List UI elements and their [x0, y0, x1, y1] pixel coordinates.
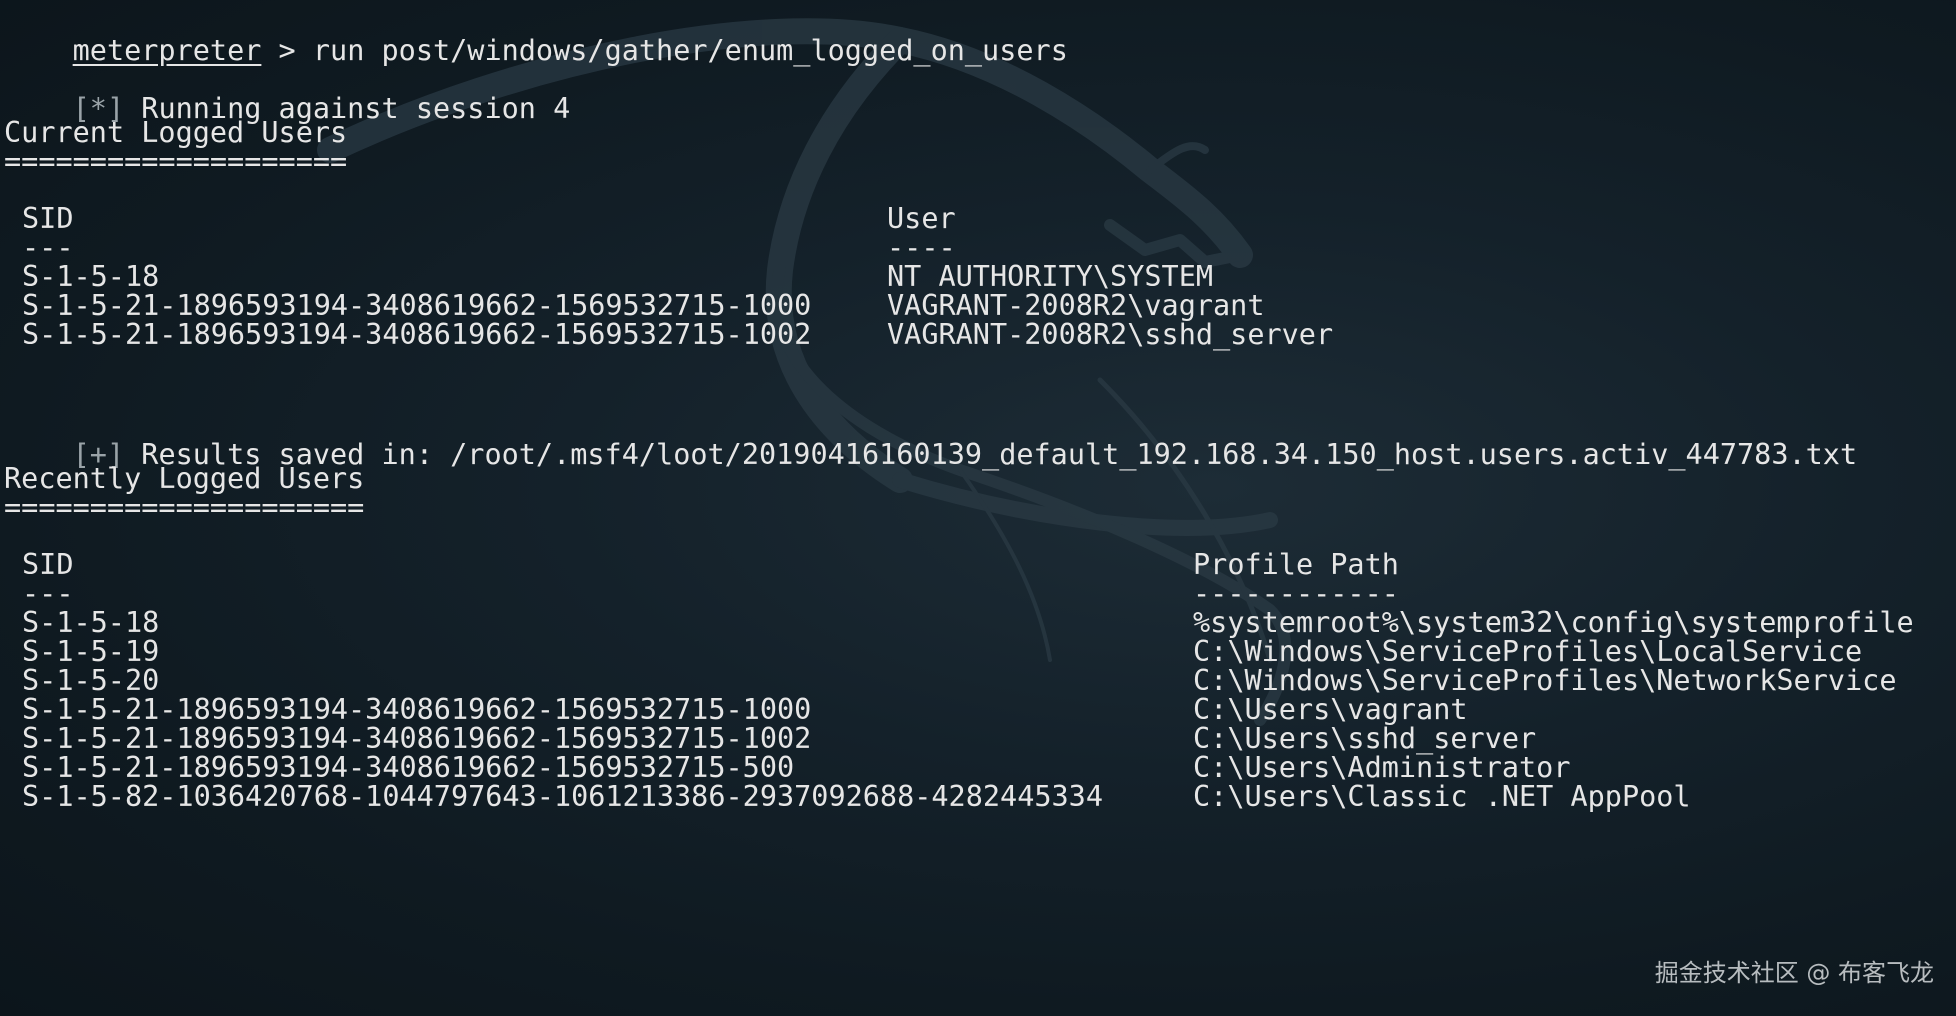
command-line[interactable]: meterpreter > run post/windows/gather/en… [4, 0, 1068, 67]
status-saved-text: Results saved in: /root/.msf4/loot/20190… [124, 438, 1858, 471]
terminal-window[interactable]: meterpreter > run post/windows/gather/en… [0, 0, 1956, 1016]
current-row-sid: S-1-5-21-1896593194-3408619662-156953271… [22, 318, 812, 351]
current-users-underline: ==================== [4, 145, 348, 178]
recent-users-underline: ===================== [4, 491, 365, 524]
current-row-user: VAGRANT-2008R2\sshd_server [887, 318, 1334, 351]
recent-row-sid: S-1-5-82-1036420768-1044797643-106121338… [22, 780, 1103, 813]
recent-row-path: C:\Users\Classic .NET AppPool [1193, 780, 1691, 813]
status-running-line: [*] Running against session 4 [4, 58, 571, 125]
status-saved-line: [+] Results saved in: /root/.msf4/loot/2… [4, 404, 1858, 471]
watermark-text: 掘金技术社区 @ 布客飞龙 [1654, 959, 1934, 987]
